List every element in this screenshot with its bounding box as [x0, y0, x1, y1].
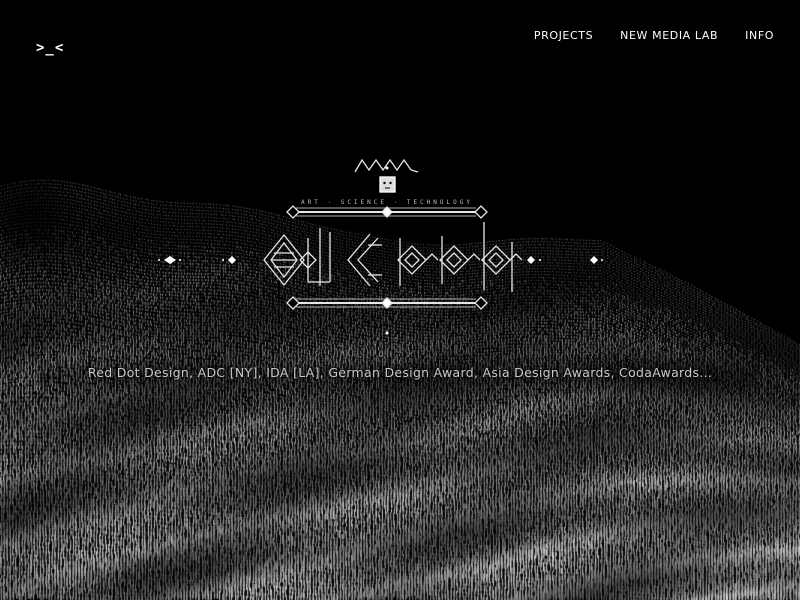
- glyph-lattice-2: [439, 236, 481, 284]
- nav-projects-link[interactable]: PROJECTS: [534, 29, 593, 42]
- left-flourish: [158, 256, 236, 264]
- hero-stage: >_< PROJECTS NEW MEDIA LAB INFO ART · SC…: [0, 0, 800, 600]
- glyph-lattice-1: [397, 238, 439, 286]
- nav-info-link[interactable]: INFO: [745, 29, 774, 42]
- awards-list: Red Dot Design, ADC [NY], IDA [LA], Germ…: [87, 365, 713, 380]
- glyph-lattice-3: [481, 222, 523, 292]
- main-nav: PROJECTS NEW MEDIA LAB INFO: [534, 29, 774, 42]
- right-flourish: [527, 256, 603, 264]
- crown-ornament: [354, 158, 419, 173]
- emblem-subtitle: ART · SCIENCE · TECHNOLOGY: [301, 199, 473, 206]
- glyph-chevron: [347, 233, 371, 287]
- site-logo[interactable]: >_<: [36, 40, 64, 56]
- brand-emblem-icon: ART · SCIENCE · TECHNOLOGY: [158, 158, 603, 339]
- nav-new-media-lab-link[interactable]: NEW MEDIA LAB: [620, 29, 718, 42]
- face-glyph: [379, 176, 396, 193]
